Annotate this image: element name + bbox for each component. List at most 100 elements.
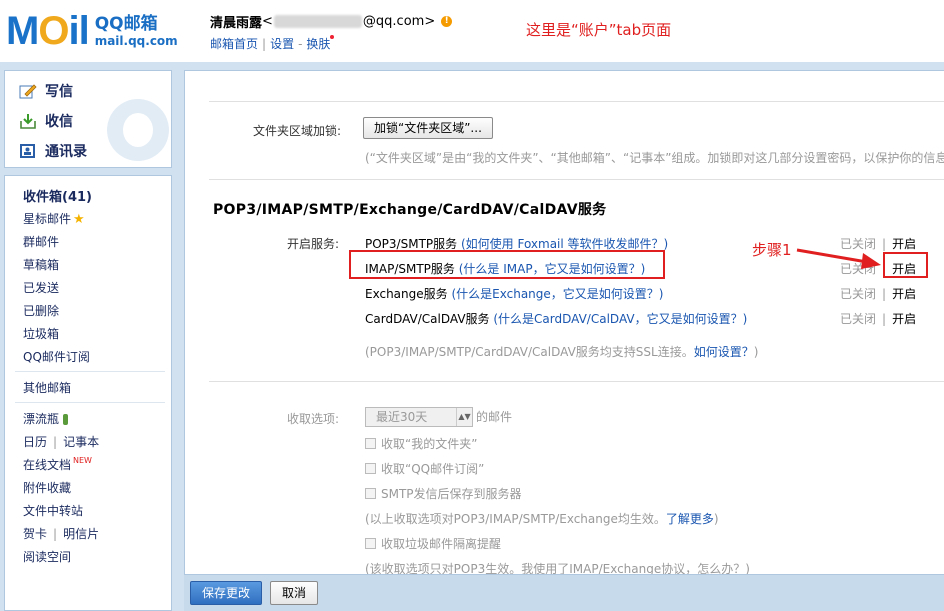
folder-divider [15, 402, 165, 403]
app-attachments[interactable]: 附件收藏 [23, 479, 71, 496]
email-redacted [273, 15, 362, 28]
enable-highlight-box [883, 252, 928, 278]
link-mailbox-home[interactable]: 邮箱首页 [210, 37, 258, 51]
drift-bottle-label: 漂流瓶 [23, 412, 60, 426]
pencil-icon [19, 83, 37, 99]
contacts-icon [19, 143, 37, 159]
folder-lock-button[interactable]: 加锁“文件夹区域”... [363, 117, 493, 139]
link-skin[interactable]: 换肤 [306, 37, 330, 51]
checkbox[interactable] [365, 463, 376, 474]
folder-other-mailbox[interactable]: 其他邮箱 [23, 379, 71, 396]
app-file-transfer[interactable]: 文件中转站 [23, 502, 83, 519]
service-caldav-status: 已关闭 | 开启 [840, 312, 917, 326]
enable-exchange-button[interactable]: 开启 [892, 287, 916, 301]
service-caldav: CardDAV/CalDAV服务 (什么是CardDAV/CalDAV，它又是如… [365, 310, 747, 327]
inbox-icon [19, 113, 37, 129]
folder-starred[interactable]: 星标邮件 ★ [23, 210, 85, 227]
checkbox-smtp-save[interactable]: SMTP发信后保存到服务器 [365, 485, 522, 502]
service-help-link[interactable]: (什么是CardDAV/CalDAV，它又是如何设置？) [493, 312, 747, 326]
compose-button[interactable]: 写信 [19, 81, 73, 101]
qqmail-logo[interactable]: MOil QQ邮箱 mail.qq.com [6, 10, 178, 52]
service-help-link[interactable]: (如何使用 Foxmail 等软件收发邮件？) [461, 237, 668, 251]
new-badge: NEW [73, 456, 92, 465]
logo-wordmark: MOil [6, 9, 90, 53]
annotation-account-tab: 这里是“账户”tab页面 [526, 21, 672, 39]
folder-deleted[interactable]: 已删除 [23, 302, 59, 319]
logo-title: QQ邮箱 [94, 14, 158, 34]
receive-button[interactable]: 收信 [19, 111, 73, 131]
app-reading[interactable]: 阅读空间 [23, 548, 71, 565]
folder-drafts[interactable]: 草稿箱 [23, 256, 59, 273]
receive-range-select[interactable]: 最近30天 ▲▼ [365, 407, 473, 427]
folder-lock-description: (“文件夹区域”是由“我的文件夹”、“其他邮箱”、“记事本”组成。加锁即对这几部… [365, 151, 944, 165]
left-sidebar: 写信 收信 通讯录 收件箱(41) 星标邮件 ★ 群邮件 草稿箱 已发送 已删除 … [0, 62, 178, 611]
cancel-button[interactable]: 取消 [270, 581, 319, 605]
app-drift-bottle[interactable]: 漂流瓶 [23, 410, 69, 427]
link-settings[interactable]: 设置 [270, 37, 294, 51]
step1-arrow-icon [796, 248, 881, 269]
section-title: POP3/IMAP/SMTP/Exchange/CardDAV/CalDAV服务 [213, 202, 607, 218]
app-notepad[interactable]: 记事本 [63, 435, 99, 449]
app-card-postcard: 贺卡 | 明信片 [23, 527, 100, 541]
receive-range-suffix: 的邮件 [476, 410, 513, 424]
service-label: 开启服务: [287, 237, 340, 251]
settings-panel: 文件夹区域加锁: 加锁“文件夹区域”... (“文件夹区域”是由“我的文件夹”、… [184, 70, 944, 611]
step1-label: 步骤1 [752, 241, 792, 259]
folder-sent[interactable]: 已发送 [23, 279, 59, 296]
penguin-decoration [107, 99, 169, 161]
divider [209, 179, 944, 180]
checkbox-my-folders[interactable]: 收取“我的文件夹” [365, 435, 477, 452]
receive-note-text: (以上收取选项对POP3/IMAP/SMTP/Exchange均生效。 [365, 512, 666, 526]
folder-divider [15, 371, 165, 372]
receive-note: (以上收取选项对POP3/IMAP/SMTP/Exchange均生效。了解更多) [365, 510, 719, 527]
enable-caldav-button[interactable]: 开启 [892, 312, 916, 326]
service-help-link[interactable]: (什么是Exchange，它又是如何设置？) [451, 287, 663, 301]
service-name: POP3/SMTP服务 [365, 237, 458, 251]
checkbox-label: 收取“我的文件夹” [381, 437, 478, 451]
checkbox-spam-notice[interactable]: 收取垃圾邮件隔离提醒 [365, 535, 501, 552]
status-closed: 已关闭 [840, 312, 877, 326]
divider [209, 381, 944, 382]
notification-dot [330, 35, 335, 39]
checkbox-label: SMTP发信后保存到服务器 [381, 487, 522, 501]
app-card[interactable]: 贺卡 [23, 527, 47, 541]
checkbox[interactable] [365, 538, 376, 549]
main-area: 文件夹区域加锁: 加锁“文件夹区域”... (“文件夹区域”是由“我的文件夹”、… [178, 62, 944, 611]
ssl-howto-link[interactable]: 如何设置？ [694, 345, 754, 359]
app-postcard[interactable]: 明信片 [63, 527, 99, 541]
user-name: 清晨雨露 [210, 16, 263, 31]
online-docs-label: 在线文档 [23, 458, 72, 472]
save-button[interactable]: 保存更改 [190, 581, 263, 605]
learn-more-link[interactable]: 了解更多 [666, 512, 714, 526]
receive-label: 收取选项: [287, 412, 340, 426]
email-prefix: < [262, 14, 273, 29]
email-suffix: @qq.com> [362, 14, 436, 29]
folder-group[interactable]: 群邮件 [23, 233, 59, 250]
checkbox[interactable] [365, 488, 376, 499]
folder-starred-label: 星标邮件 [23, 212, 72, 226]
status-closed: 已关闭 [840, 287, 877, 301]
receive-note-end: ) [713, 512, 719, 526]
bottle-icon [63, 414, 69, 425]
contacts-button[interactable]: 通讯录 [19, 141, 87, 161]
folder-subscription[interactable]: QQ邮件订阅 [23, 348, 90, 365]
action-bar: 保存更改 取消 [184, 574, 944, 611]
folder-lock-label: 文件夹区域加锁: [253, 124, 342, 138]
checkbox-subscription[interactable]: 收取“QQ邮件订阅” [365, 460, 484, 477]
logo-subtitle: mail.qq.com [94, 34, 178, 48]
folder-inbox[interactable]: 收件箱(41) [23, 186, 92, 205]
warning-icon[interactable]: ! [441, 16, 453, 27]
enable-pop3-button[interactable]: 开启 [892, 237, 916, 251]
user-info: 清晨雨露 < @qq.com> ! 邮箱首页 | 设置 - 换肤 [210, 12, 453, 52]
service-exchange: Exchange服务 (什么是Exchange，它又是如何设置？) [365, 285, 663, 302]
checkbox[interactable] [365, 438, 376, 449]
contacts-label: 通讯录 [45, 144, 87, 160]
folder-spam[interactable]: 垃圾箱 [23, 325, 59, 342]
service-name: Exchange服务 [365, 287, 448, 301]
app-online-docs[interactable]: 在线文档 NEW [23, 456, 92, 473]
checkbox-label: 收取垃圾邮件隔离提醒 [381, 537, 502, 551]
imap-highlight-box [349, 250, 665, 279]
checkbox-label: 收取“QQ邮件订阅” [381, 462, 485, 476]
ssl-note-text: (POP3/IMAP/SMTP/CardDAV/CalDAV服务均支持SSL连接… [365, 345, 694, 359]
app-calendar[interactable]: 日历 [23, 435, 47, 449]
